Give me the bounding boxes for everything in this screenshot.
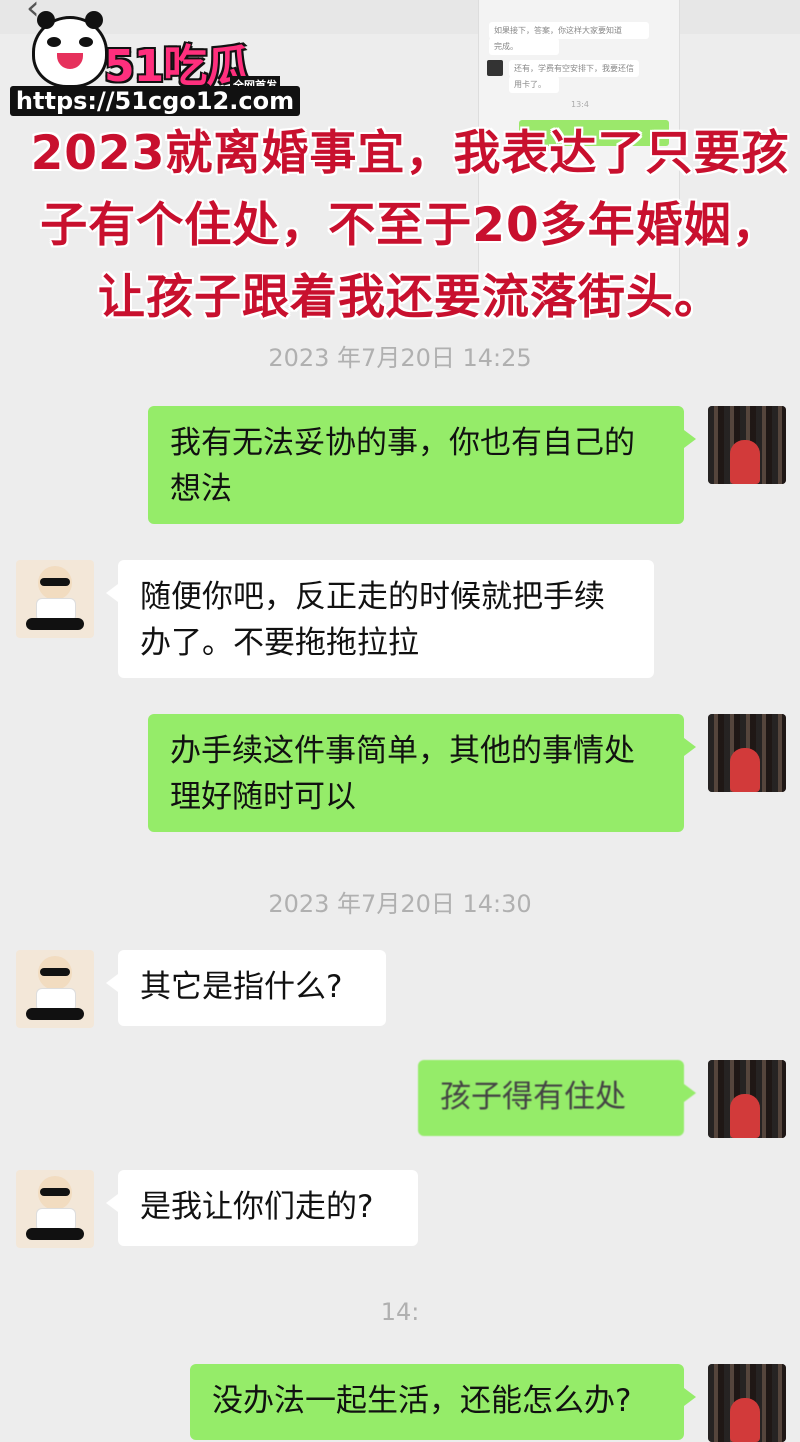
headline-caption: 2023就离婚事宜，我表达了只要孩子有个住处，不至于20多年婚姻，让孩子跟着我还… — [30, 126, 790, 325]
avatar-other[interactable] — [16, 560, 94, 638]
message-received[interactable]: 随便你吧，反正走的时候就把手续办了。不要拖拖拉拉 — [106, 560, 654, 678]
watermark-logo: 51吃瓜 全网首发 https://51cgo12.com — [8, 11, 300, 116]
avatar-self[interactable] — [708, 714, 786, 792]
message-sent[interactable]: 没办法一起生活，还能怎么办? — [190, 1364, 696, 1440]
watermark-url: https://51cgo12.com — [10, 86, 300, 116]
avatar-self[interactable] — [708, 1060, 786, 1138]
inset-message-2: 完成。 — [489, 38, 559, 55]
avatar-other[interactable] — [16, 1170, 94, 1248]
inset-timestamp: 13:4 — [571, 100, 589, 109]
message-received[interactable]: 是我让你们走的? — [106, 1170, 418, 1246]
message-sent[interactable]: 我有无法妥协的事，你也有自己的想法 — [148, 406, 696, 524]
avatar-self[interactable] — [708, 1364, 786, 1442]
panda-mascot-icon — [32, 11, 108, 88]
timestamp: 2023 年7月20日 14:25 — [268, 344, 532, 372]
message-sent[interactable]: 孩子得有住处 — [418, 1060, 696, 1136]
message-received[interactable]: 其它是指什么? — [106, 950, 386, 1026]
inset-avatar — [487, 60, 503, 76]
timestamp: 2023 年7月20日 14:30 — [268, 890, 532, 918]
avatar-other[interactable] — [16, 950, 94, 1028]
message-sent[interactable]: 办手续这件事简单，其他的事情处理好随时可以 — [148, 714, 696, 832]
inset-message-1: 如果接下，答案，你这样大家要知道 — [489, 22, 649, 39]
inset-message-4: 用卡了。 — [509, 76, 559, 93]
watermark-brand: 51吃瓜 — [104, 41, 250, 92]
timestamp: 14: — [380, 1298, 420, 1326]
inset-message-3: 还有，学费有空安排下，我要还信 — [509, 60, 639, 77]
avatar-self[interactable] — [708, 406, 786, 484]
